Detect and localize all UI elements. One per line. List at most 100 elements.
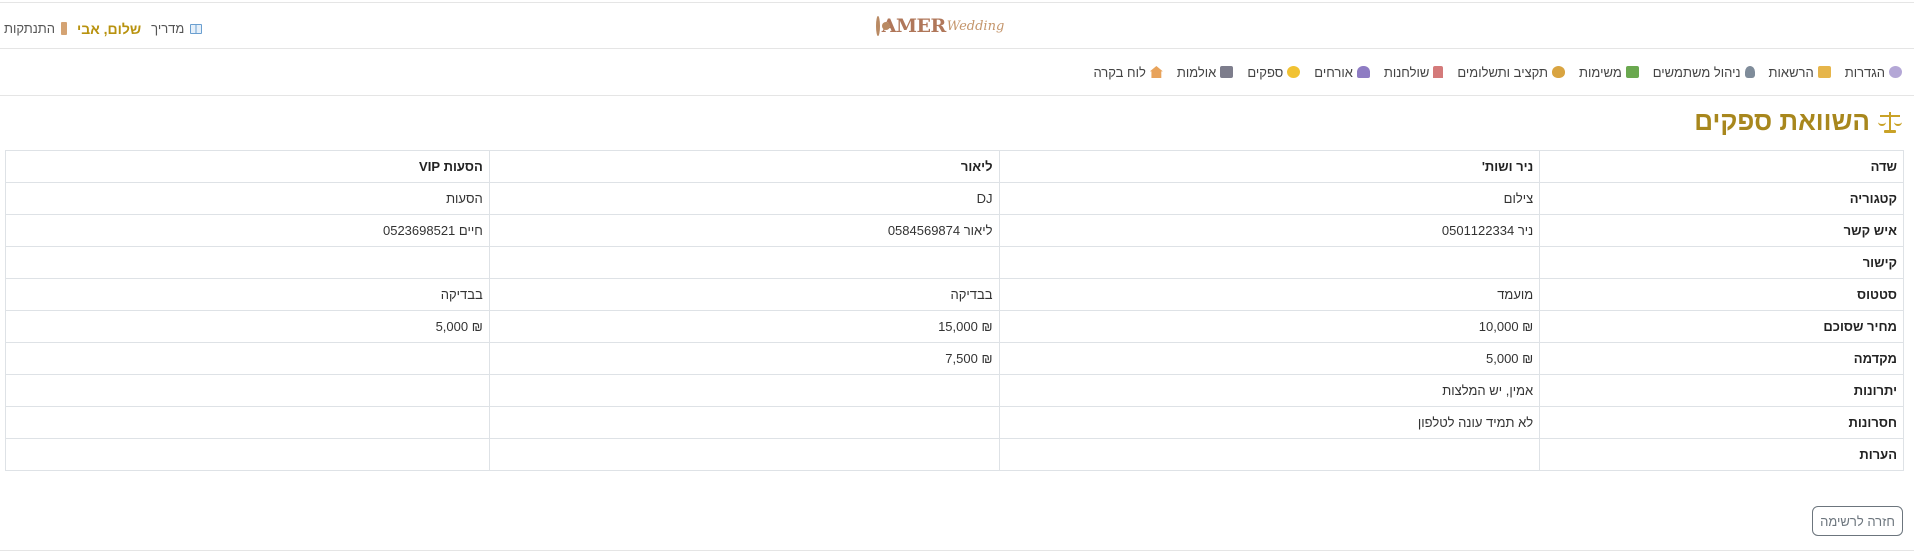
- table-row: קישור: [5, 246, 1904, 279]
- nav-label: ספקים: [1247, 64, 1284, 80]
- field-label: חסרונות: [1539, 406, 1904, 439]
- book-icon: [190, 23, 203, 34]
- scale-icon: [1878, 109, 1902, 133]
- table-cell: ₪ 7,500: [488, 342, 1000, 375]
- field-label: יתרונות: [1539, 374, 1904, 407]
- table-cell: ניר 0501122334: [998, 214, 1541, 247]
- nav-item-vendors[interactable]: ספקים: [1247, 64, 1301, 80]
- nav-item-permissions[interactable]: הרשאות: [1769, 65, 1831, 80]
- user-greeting: שלום, אבי: [77, 20, 142, 37]
- table-cell: לא תמיד עונה לטלפון: [998, 406, 1541, 439]
- table-row: מחיר שסוכם ₪ 10,000 ₪ 15,000 ₪ 5,000: [5, 310, 1904, 343]
- nav-label: משימות: [1579, 64, 1622, 80]
- table-cell: [5, 246, 490, 279]
- nav-item-user-management[interactable]: ניהול משתמשים: [1653, 65, 1755, 80]
- home-icon: [1149, 66, 1163, 78]
- nav-item-settings[interactable]: הגדרות: [1845, 65, 1902, 80]
- logo-script: Wedding: [946, 18, 1005, 34]
- chair-icon: [1433, 66, 1444, 78]
- field-label: מקדמה: [1539, 342, 1904, 375]
- user-icon: [1744, 66, 1755, 78]
- nav-item-dashboard[interactable]: לוח בקרה: [1093, 64, 1163, 80]
- nav-label: אולמות: [1176, 64, 1217, 80]
- table-cell: מועמד: [998, 278, 1541, 311]
- table-cell: [488, 374, 1000, 407]
- nav-item-tasks[interactable]: משימות: [1579, 65, 1639, 80]
- hall-icon: [1220, 66, 1234, 78]
- table-row: איש קשר ניר 0501122334 ליאור 0584569874 …: [5, 214, 1904, 247]
- table-cell: צילום: [998, 182, 1541, 215]
- table-cell: [488, 438, 1000, 471]
- lock-icon: [1817, 66, 1831, 78]
- people-icon: [1356, 66, 1370, 78]
- page-title: השוואת ספקים: [1694, 104, 1902, 138]
- logout-label: התנתקות: [4, 21, 56, 36]
- table-cell: הסעות: [5, 182, 490, 215]
- nav-item-budget[interactable]: תקציב ותשלומים: [1457, 64, 1566, 80]
- nav-label: ניהול משתמשים: [1652, 64, 1741, 80]
- guide-label: מדריך: [151, 21, 185, 36]
- table-cell: ₪ 5,000: [5, 310, 490, 343]
- table-cell: ₪ 15,000: [488, 310, 1000, 343]
- user-area: התנתקות שלום, אבי מדריך: [4, 6, 203, 51]
- field-label: הערות: [1539, 438, 1904, 471]
- table-row: יתרונות אמין, יש המלצות: [5, 374, 1904, 407]
- column-header: ליאור: [488, 150, 1000, 183]
- table-cell: [998, 246, 1541, 279]
- table-cell: [488, 406, 1000, 439]
- field-label: קטגוריה: [1539, 182, 1904, 215]
- table-row: חסרונות לא תמיד עונה לטלפון: [5, 406, 1904, 439]
- door-icon: [61, 22, 68, 35]
- nav-item-tables[interactable]: שולחנות: [1383, 64, 1444, 80]
- nav-item-halls[interactable]: אולמות: [1176, 64, 1234, 80]
- app-header: התנתקות שלום, אבי מדריך AMER Wedding: [0, 3, 1914, 49]
- nav-label: לוח בקרה: [1093, 64, 1146, 80]
- gear-icon: [1889, 66, 1902, 78]
- table-cell: בבדיקה: [5, 278, 490, 311]
- table-row: הערות: [5, 438, 1904, 471]
- table-cell: [5, 406, 490, 439]
- logout-button[interactable]: התנתקות: [4, 21, 68, 36]
- table-row: מקדמה ₪ 5,000 ₪ 7,500: [5, 342, 1904, 375]
- nav-label: אורחים: [1314, 64, 1353, 80]
- logo-text: AMER: [881, 15, 947, 37]
- ring-icon: [875, 16, 890, 36]
- page-title-text: השוואת ספקים: [1694, 105, 1870, 136]
- table-row: סטטוס מועמד בבדיקה בבדיקה: [5, 278, 1904, 311]
- nav-label: הרשאות: [1768, 64, 1814, 80]
- table-cell: DJ: [488, 182, 1000, 215]
- table-cell: ₪ 10,000: [998, 310, 1541, 343]
- field-label: איש קשר: [1539, 214, 1904, 247]
- footer-divider: [0, 550, 1914, 551]
- table-header-row: שדה ניר ושות' ליאור הסעות VIP: [5, 150, 1904, 183]
- checkmark-icon: [1625, 66, 1639, 78]
- nav-label: תקציב ותשלומים: [1457, 64, 1549, 80]
- column-header: ניר ושות': [998, 150, 1541, 183]
- table-cell: [5, 438, 490, 471]
- handshake-icon: [1287, 66, 1301, 78]
- guide-link[interactable]: מדריך: [151, 21, 203, 36]
- table-cell: [998, 438, 1541, 471]
- table-cell: ₪ 5,000: [998, 342, 1541, 375]
- vendor-comparison-table: שדה ניר ושות' ליאור הסעות VIP קטגוריה צי…: [5, 150, 1904, 471]
- table-cell: חיים 0523698521: [5, 214, 490, 247]
- table-cell: [5, 342, 490, 375]
- table-row: קטגוריה צילום DJ הסעות: [5, 182, 1904, 215]
- table-cell: [488, 246, 1000, 279]
- field-label: סטטוס: [1539, 278, 1904, 311]
- nav-list: לוח בקרה אולמות ספקים אורחים שולחנות תקצ…: [1093, 49, 1902, 95]
- amer-wedding-logo[interactable]: AMER Wedding: [875, 10, 1004, 42]
- field-label: מחיר שסוכם: [1539, 310, 1904, 343]
- money-bag-icon: [1552, 66, 1566, 78]
- nav-label: שולחנות: [1383, 64, 1430, 80]
- nav-label: הגדרות: [1844, 64, 1885, 80]
- column-header: הסעות VIP: [5, 150, 490, 183]
- table-cell: [5, 374, 490, 407]
- back-to-list-button[interactable]: חזרה לרשימה: [1812, 506, 1903, 536]
- main-nav: לוח בקרה אולמות ספקים אורחים שולחנות תקצ…: [0, 49, 1914, 96]
- field-label: קישור: [1539, 246, 1904, 279]
- table-cell: בבדיקה: [488, 278, 1000, 311]
- nav-item-guests[interactable]: אורחים: [1314, 65, 1370, 80]
- table-cell: ליאור 0584569874: [488, 214, 1000, 247]
- table-cell: אמין, יש המלצות: [998, 374, 1541, 407]
